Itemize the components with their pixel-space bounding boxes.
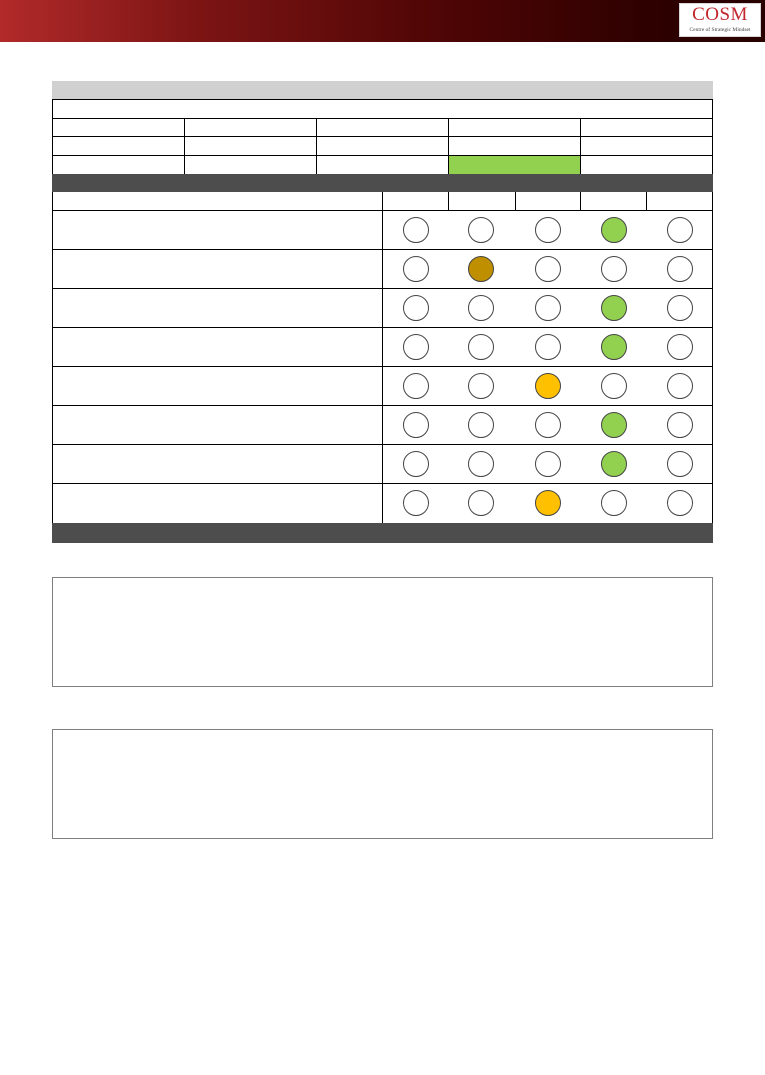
divider (52, 118, 713, 119)
section-header-band (52, 174, 713, 192)
rating-radio[interactable] (667, 256, 693, 282)
rating-radio[interactable] (403, 373, 429, 399)
rating-radio[interactable] (403, 334, 429, 360)
rating-radio[interactable] (403, 412, 429, 438)
form-title-bar (52, 81, 713, 99)
rating-radio[interactable] (601, 256, 627, 282)
divider (382, 192, 383, 523)
logo-subtitle: Centre of Strategic Mindset (689, 27, 751, 33)
rating-radio[interactable] (535, 490, 561, 516)
rating-radio[interactable] (667, 334, 693, 360)
rating-radio[interactable] (468, 334, 494, 360)
rating-radio[interactable] (535, 412, 561, 438)
divider (52, 136, 713, 137)
rating-radio[interactable] (667, 217, 693, 243)
rating-radio[interactable] (601, 373, 627, 399)
rating-radio[interactable] (468, 451, 494, 477)
divider (52, 99, 713, 100)
rating-radio[interactable] (601, 295, 627, 321)
rating-radio[interactable] (601, 412, 627, 438)
rating-radio[interactable] (468, 217, 494, 243)
rating-radio[interactable] (535, 373, 561, 399)
rating-radio[interactable] (403, 451, 429, 477)
divider (52, 288, 713, 289)
divider (515, 192, 516, 210)
divider (52, 249, 713, 250)
rating-radio[interactable] (535, 256, 561, 282)
divider (184, 118, 185, 174)
rating-radio[interactable] (601, 490, 627, 516)
rating-radio[interactable] (468, 373, 494, 399)
divider (448, 192, 449, 210)
rating-radio[interactable] (667, 412, 693, 438)
rating-radio[interactable] (667, 373, 693, 399)
rating-radio[interactable] (601, 217, 627, 243)
rating-radio[interactable] (403, 295, 429, 321)
overall-rating-highlight (449, 156, 580, 174)
rating-radio[interactable] (468, 256, 494, 282)
divider (52, 327, 713, 328)
divider (52, 155, 713, 156)
divider (646, 192, 647, 210)
divider (316, 118, 317, 174)
rating-radio[interactable] (535, 217, 561, 243)
rating-radio[interactable] (601, 334, 627, 360)
divider (52, 405, 713, 406)
comments-box-2[interactable] (52, 729, 713, 839)
cosm-logo: COSM Centre of Strategic Mindset (679, 3, 761, 37)
section-footer-band (52, 523, 713, 543)
rating-radio[interactable] (535, 295, 561, 321)
rating-radio[interactable] (403, 256, 429, 282)
rating-radio[interactable] (468, 295, 494, 321)
logo-text: COSM (692, 4, 748, 25)
rating-radio[interactable] (667, 451, 693, 477)
header-banner (0, 0, 765, 42)
comments-box-1[interactable] (52, 577, 713, 687)
rating-radio[interactable] (667, 490, 693, 516)
rating-radio[interactable] (468, 412, 494, 438)
rating-radio[interactable] (601, 451, 627, 477)
divider (52, 444, 713, 445)
divider (52, 483, 713, 484)
rating-radio[interactable] (535, 334, 561, 360)
divider (580, 192, 581, 210)
rating-radio[interactable] (667, 295, 693, 321)
rating-radio[interactable] (403, 217, 429, 243)
rating-radio[interactable] (468, 490, 494, 516)
divider (52, 366, 713, 367)
divider (580, 118, 581, 174)
rating-radio[interactable] (403, 490, 429, 516)
rating-radio[interactable] (535, 451, 561, 477)
